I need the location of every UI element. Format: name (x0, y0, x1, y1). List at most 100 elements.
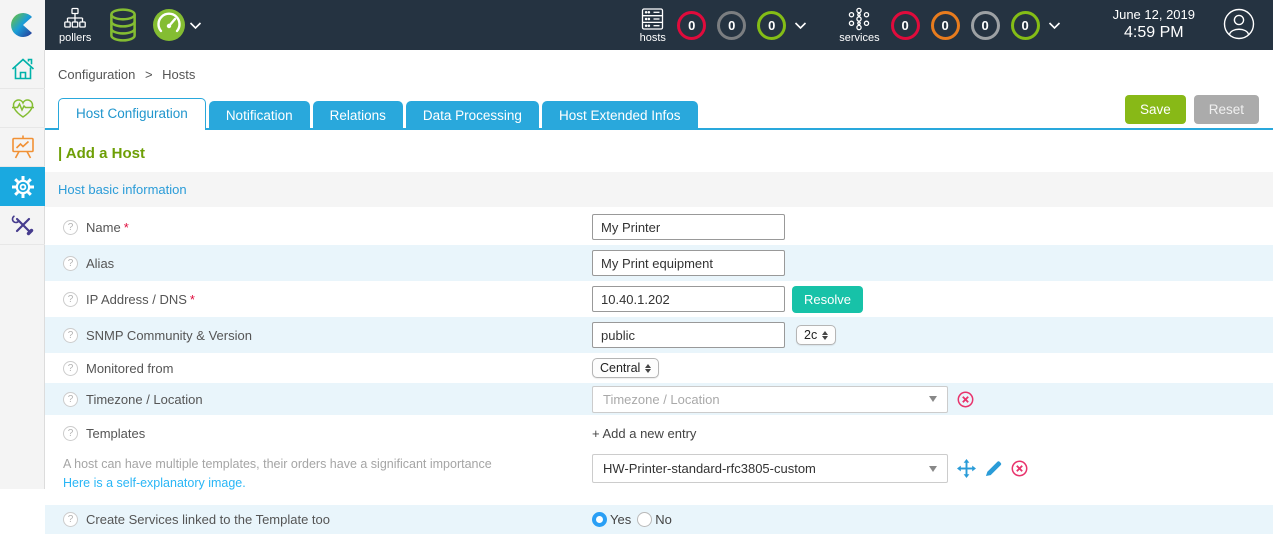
help-icon[interactable]: ? (63, 360, 78, 376)
pollers-menu[interactable]: pollers (59, 7, 91, 44)
help-icon[interactable]: ? (63, 291, 78, 307)
centreon-logo[interactable] (0, 0, 45, 50)
main-content: Configuration > Hosts Host Configuration… (45, 50, 1273, 534)
template-select-value: HW-Printer-standard-rfc3805-custom (603, 461, 816, 476)
services-status-group: services 0 0 0 0 (839, 7, 1066, 44)
template-delete-button[interactable] (1011, 460, 1028, 477)
help-icon[interactable]: ? (63, 511, 78, 527)
add-template-entry-button[interactable]: + Add a new entry (592, 426, 696, 441)
select-spinner-icon (645, 363, 652, 373)
hosts-down-counter[interactable]: 0 (677, 10, 707, 40)
user-menu[interactable] (1223, 8, 1255, 43)
clock: June 12, 2019 4:59 PM (1113, 7, 1195, 43)
sidebar-item-monitoring[interactable] (0, 89, 45, 128)
select-spinner-icon (822, 330, 829, 340)
platform-chevron-down-icon[interactable] (189, 21, 202, 30)
services-critical-counter[interactable]: 0 (890, 10, 920, 40)
services-unknown-counter[interactable]: 0 (970, 10, 1000, 40)
platform-status-button[interactable] (151, 7, 187, 43)
heart-pulse-icon (11, 99, 34, 118)
services-chevron-down-icon[interactable] (1048, 21, 1061, 30)
snmp-label: SNMP Community & Version (86, 327, 252, 343)
radio-no[interactable] (637, 511, 653, 527)
clear-circle-icon (957, 391, 974, 407)
template-edit-button[interactable] (985, 460, 1002, 477)
help-icon[interactable]: ? (63, 327, 78, 343)
hosts-chevron-down-icon[interactable] (794, 21, 807, 30)
services-menu[interactable]: services (839, 7, 880, 44)
timezone-clear-button[interactable] (957, 391, 974, 408)
sidebar-item-home[interactable] (0, 50, 45, 89)
current-date: June 12, 2019 (1112, 6, 1195, 22)
monitored-from-select[interactable]: Central (592, 358, 660, 378)
help-icon[interactable]: ? (63, 391, 78, 407)
radio-yes[interactable] (592, 511, 607, 527)
hosts-unreachable-counter[interactable]: 0 (717, 10, 747, 40)
templates-example-link[interactable]: Here is a self-explanatory image. (63, 476, 246, 490)
template-select[interactable]: HW-Printer-standard-rfc3805-custom (592, 454, 948, 483)
row-alias: ? Alias (45, 245, 1273, 281)
sidebar-item-configuration[interactable] (0, 167, 45, 206)
database-status-button[interactable] (105, 6, 141, 44)
help-icon[interactable]: ? (63, 255, 78, 271)
home-icon (11, 58, 34, 80)
gauge-icon (153, 9, 186, 41)
page-title: | Add a Host (58, 145, 145, 162)
breadcrumb: Configuration > Hosts (45, 50, 1273, 82)
pencil-icon (985, 461, 1002, 477)
hosts-status-group: hosts 0 0 0 (639, 7, 813, 44)
services-label: services (839, 31, 880, 44)
user-avatar-icon (1223, 8, 1255, 39)
database-icon (110, 8, 137, 42)
hosts-up-counter[interactable]: 0 (757, 10, 787, 40)
host-form: ? Name* ? Alias ? IP Address / DNS* Reso… (45, 209, 1273, 534)
name-label: Name * (86, 219, 129, 235)
monitored-from-label: Monitored from (86, 360, 174, 376)
sidebar-nav (0, 50, 45, 489)
hosts-label: hosts (639, 31, 666, 44)
dropdown-arrow-icon (929, 396, 937, 402)
current-time: 4:59 PM (1124, 24, 1184, 42)
tab-data-processing[interactable]: Data Processing (405, 101, 539, 130)
tab-notification[interactable]: Notification (208, 101, 310, 130)
save-button[interactable]: Save (1124, 95, 1186, 124)
radio-no-label: No (655, 511, 672, 527)
required-asterisk: * (189, 291, 195, 307)
alias-input[interactable] (592, 250, 785, 276)
row-create-services: ? Create Services linked to the Template… (45, 504, 1273, 534)
tab-bar: Host Configuration Notification Relation… (45, 95, 1273, 130)
sidebar-item-administration[interactable] (0, 206, 45, 245)
timezone-select[interactable]: Timezone / Location (592, 385, 948, 413)
breadcrumb-separator: > (144, 67, 153, 82)
dropdown-arrow-icon (929, 465, 937, 472)
create-services-label: Create Services linked to the Template t… (86, 511, 331, 527)
services-warning-counter[interactable]: 0 (930, 10, 960, 40)
breadcrumb-hosts[interactable]: Hosts (162, 67, 195, 82)
row-name: ? Name * (45, 209, 1273, 245)
pollers-icon (64, 7, 87, 28)
radio-yes-label: Yes (610, 511, 632, 527)
ip-input[interactable] (592, 286, 785, 312)
name-input[interactable] (592, 214, 785, 240)
create-services-radio-group: Yes No (592, 511, 678, 527)
hosts-menu[interactable]: hosts (639, 7, 666, 44)
presentation-chart-icon (11, 135, 34, 159)
snmp-community-input[interactable] (592, 322, 785, 348)
breadcrumb-configuration[interactable]: Configuration (58, 67, 135, 82)
tab-relations[interactable]: Relations (312, 101, 403, 130)
reset-button[interactable]: Reset (1193, 95, 1259, 124)
template-move-handle[interactable] (957, 459, 976, 478)
help-icon[interactable]: ? (63, 219, 78, 235)
tab-host-extended-infos[interactable]: Host Extended Infos (541, 101, 698, 130)
snmp-version-value: 2c (804, 328, 818, 342)
row-snmp: ? SNMP Community & Version 2c (45, 317, 1273, 353)
help-icon[interactable]: ? (63, 426, 78, 441)
tab-host-configuration[interactable]: Host Configuration (58, 98, 206, 130)
services-ok-counter[interactable]: 0 (1010, 10, 1040, 40)
gear-icon (11, 175, 34, 198)
resolve-button[interactable]: Resolve (792, 285, 863, 313)
centreon-logo-icon (10, 13, 32, 37)
sidebar-item-reporting[interactable] (0, 128, 45, 167)
snmp-version-select[interactable]: 2c (796, 325, 837, 345)
row-ip-address: ? IP Address / DNS* Resolve (45, 281, 1273, 317)
